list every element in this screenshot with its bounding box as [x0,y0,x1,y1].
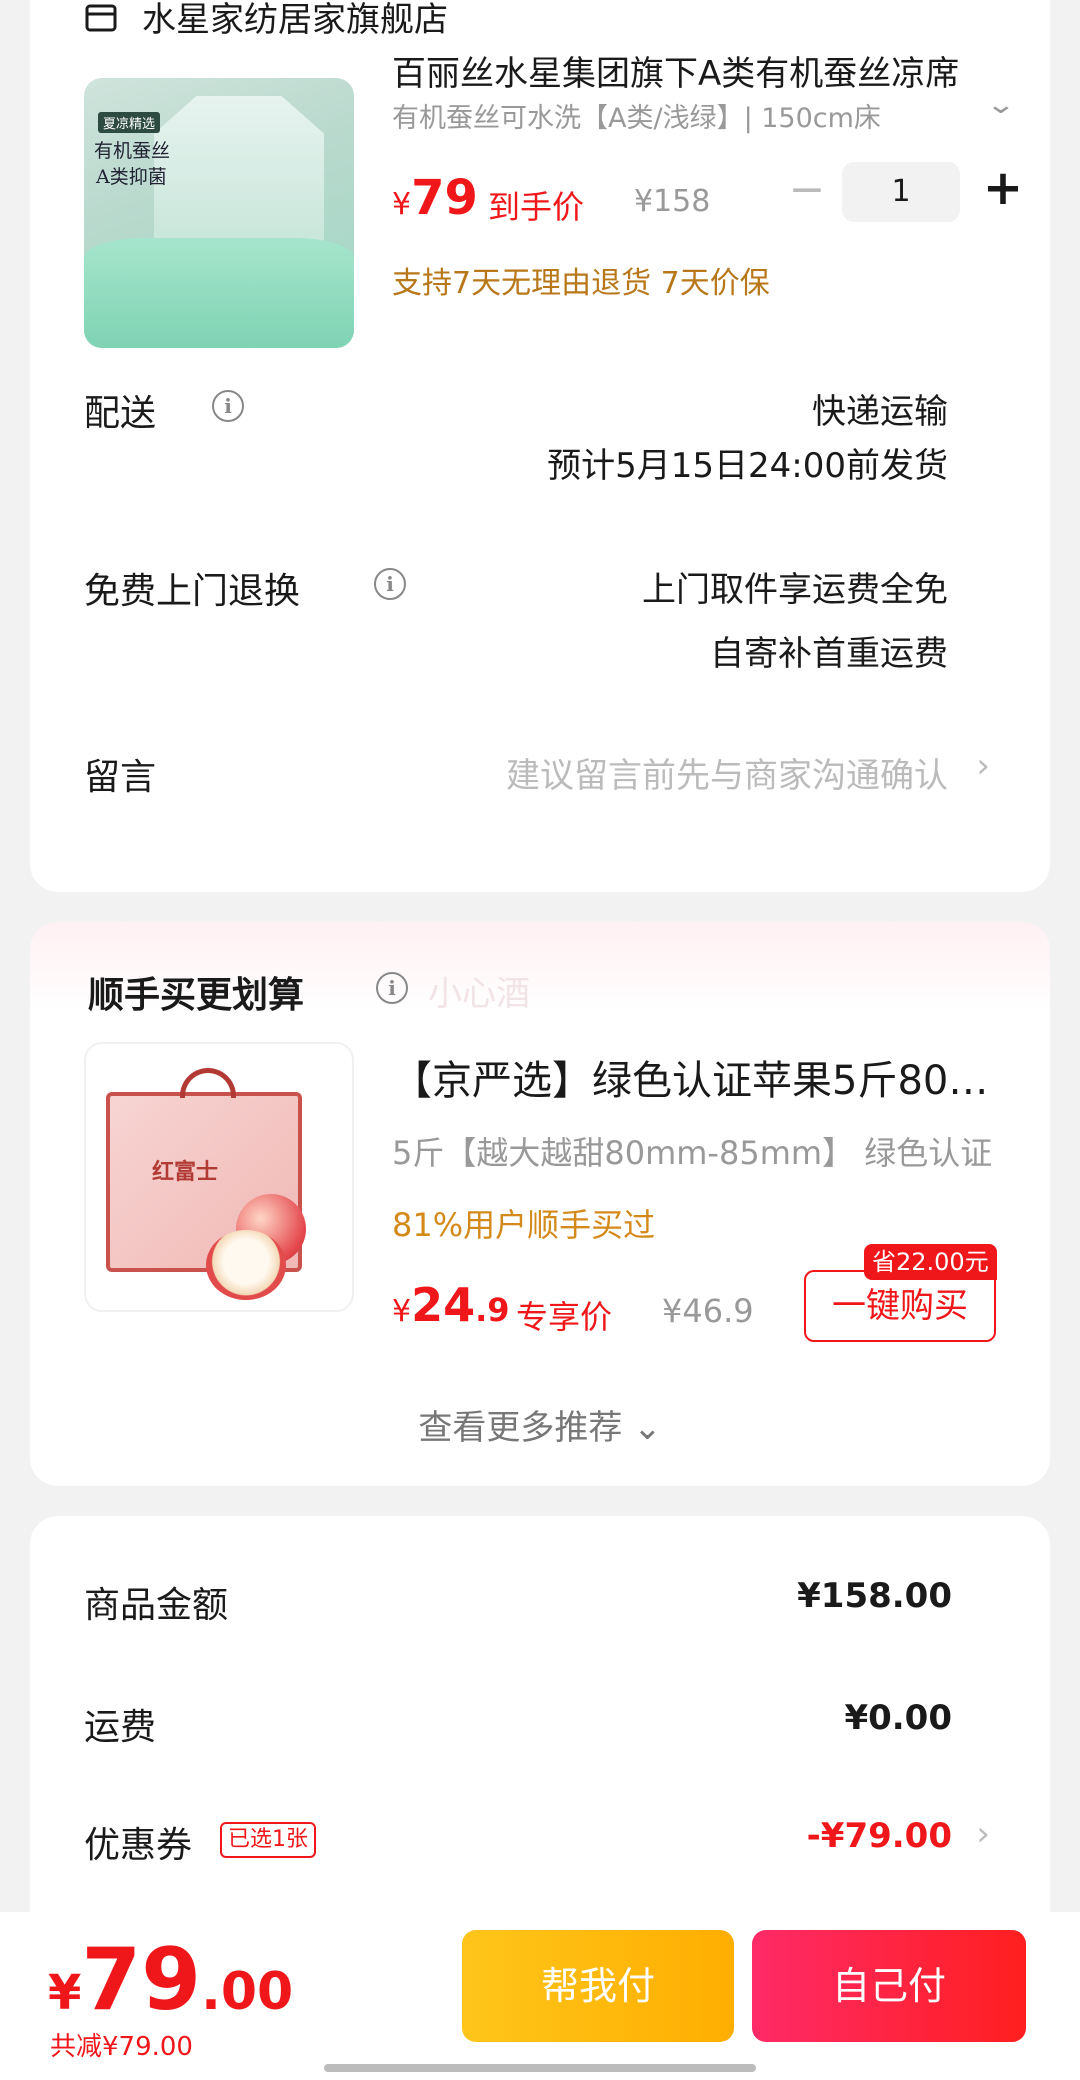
coupon-value[interactable]: -¥79.00 [807,1816,952,1856]
product-price: ¥79 [392,170,478,226]
total-int: 79 [81,1930,202,2030]
price-int: 24 [411,1278,476,1332]
home-indicator[interactable] [324,2064,756,2072]
info-icon[interactable]: i [374,568,406,600]
recommend-hint: 81%用户顺手买过 [392,1206,656,1244]
recommend-product-title[interactable]: 【京严选】绿色认证苹果5斤80mm [392,1048,1022,1106]
note-label: 留言 [84,757,157,798]
shipping-label: 运费 [84,1707,157,1748]
return-line-2: 自寄补首重运费 [710,634,948,674]
recommend-title: 顺手买更划算 [88,975,305,1016]
delivery-estimate: 预计5月15日24:00前发货 [547,446,948,486]
image-tag: 夏凉精选 [98,112,161,133]
quantity-input[interactable]: 1 [842,162,960,222]
recommend-ghost-text: 小心酒 [428,974,530,1014]
quantity-decrease-button[interactable]: − [782,164,832,216]
image-text-2: A类抑菌 [96,166,167,188]
price-currency: ¥ [392,1294,412,1329]
recommend-product-image[interactable]: 红富士 [84,1042,354,1312]
product-image[interactable]: 夏凉精选 有机蚕丝 A类抑菌 [84,78,354,348]
price-dec: .9 [475,1291,510,1329]
delivery-method: 快递运输 [812,392,948,432]
chevron-down-icon: ⌄ [633,1408,662,1448]
info-icon[interactable]: i [212,390,244,422]
delivery-label: 配送 [84,393,157,434]
image-label: 红富士 [152,1160,219,1185]
original-price: ¥158 [634,184,711,219]
total-saving: 共减¥79.00 [50,2032,193,2062]
price-label: 到手价 [488,188,585,226]
coupon-label: 优惠券 [84,1825,193,1866]
shipping-value: ¥0.00 [844,1698,952,1738]
recommend-card: 顺手买更划算 i 小心酒 红富士 【京严选】绿色认证苹果5斤80mm 5斤【越大… [30,922,1050,1486]
help-pay-button[interactable]: 帮我付 [462,1930,734,2042]
note-input[interactable]: 建议留言前先与商家沟通确认 [506,748,948,797]
price-currency: ¥ [392,187,412,222]
return-label: 免费上门退换 [84,571,301,612]
store-name[interactable]: 水星家纺居家旗舰店 [142,0,448,41]
total-price: ¥79.00 [48,1930,293,2030]
return-line-1: 上门取件享运费全免 [642,570,948,610]
more-recommend-label: 查看更多推荐 [418,1408,623,1448]
goods-amount-value: ¥158.00 [797,1576,952,1616]
recommend-price-label: 专享价 [516,1298,613,1336]
goods-amount-label: 商品金额 [84,1585,229,1626]
bottom-action-bar: ¥79.00 共减¥79.00 帮我付 自己付 [0,1912,1080,2080]
recommend-original-price: ¥46.9 [662,1292,754,1330]
total-currency: ¥ [48,1965,82,2021]
recommend-product-spec[interactable]: 5斤【越大越甜80mm-85mm】 绿色认证 [392,1128,1022,1174]
image-text-1: 有机蚕丝 [94,140,171,162]
recommend-price: ¥24.9 [392,1278,510,1332]
total-dec: .00 [201,1962,294,2022]
self-pay-button[interactable]: 自己付 [752,1930,1026,2042]
service-guarantee: 支持7天无理由退货 7天价保 [392,266,770,301]
info-icon[interactable]: i [376,972,408,1004]
chevron-down-icon[interactable]: ⌄ [986,90,1017,120]
save-badge: 省22.00元 [864,1244,997,1280]
chevron-right-icon[interactable]: › [976,746,990,786]
product-spec[interactable]: 有机蚕丝可水洗【A类/浅绿】| 150cm床 [392,96,912,135]
quantity-increase-button[interactable]: + [976,158,1030,218]
more-recommend-link[interactable]: 查看更多推荐 ⌄ [30,1400,1050,1449]
one-click-buy-button[interactable]: 一键购买 [804,1270,996,1342]
chevron-right-icon[interactable]: › [976,1814,990,1854]
order-card: 水星家纺居家旗舰店 夏凉精选 有机蚕丝 A类抑菌 百丽丝水星集团旗下A类有机蚕丝… [30,0,1050,892]
product-title[interactable]: 百丽丝水星集团旗下A类有机蚕丝凉席 [392,46,982,95]
store-icon [85,4,117,32]
price-value: 79 [411,170,478,226]
coupon-badge: 已选1张 [220,1822,316,1858]
